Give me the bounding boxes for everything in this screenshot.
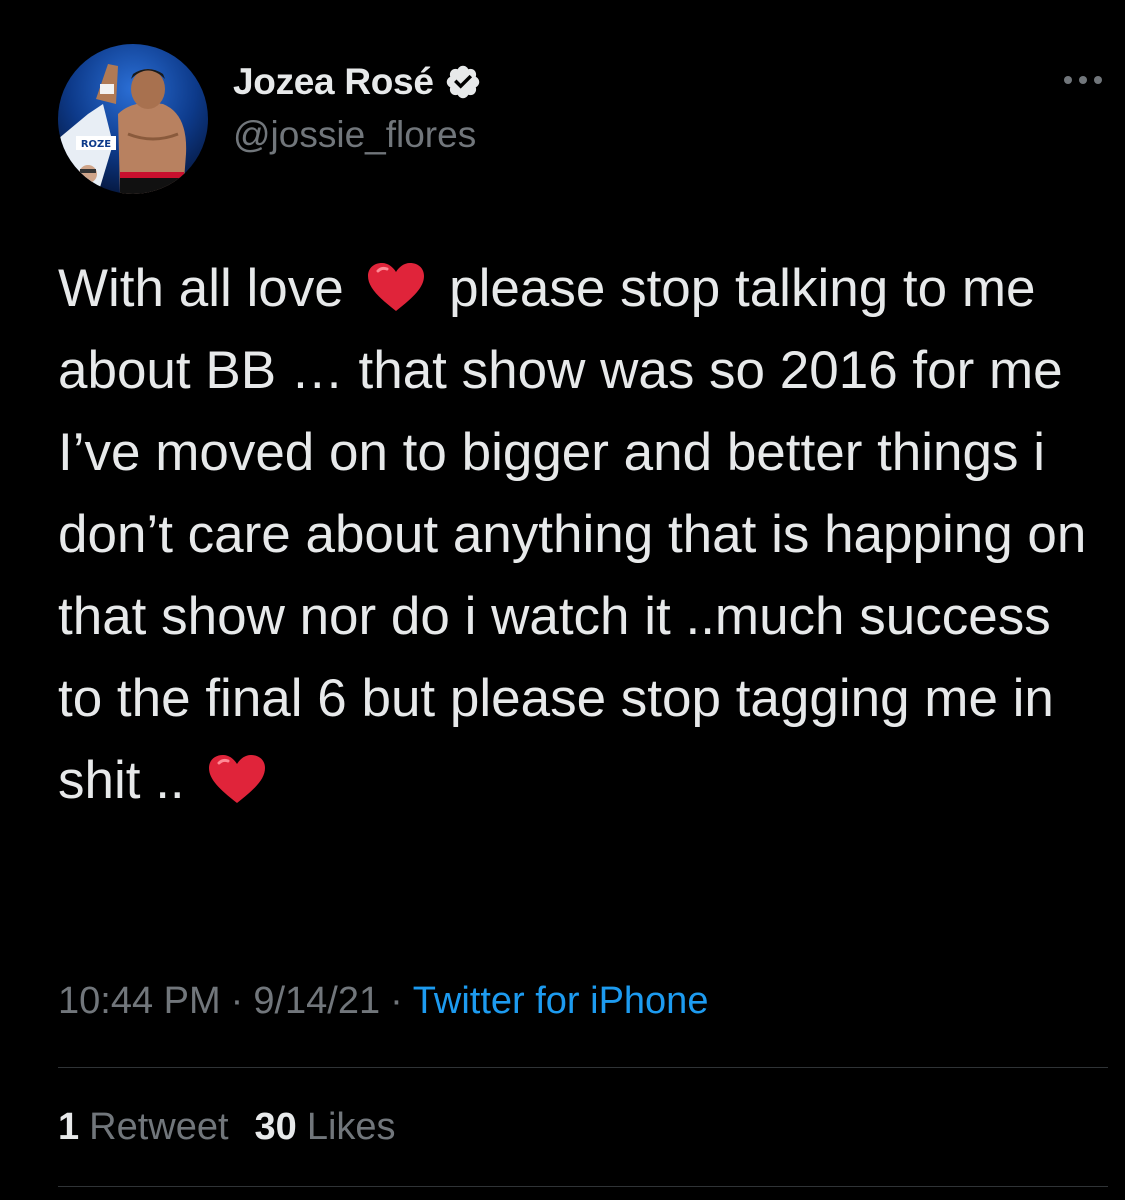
red-heart-emoji-icon	[209, 755, 266, 803]
likes-stat[interactable]: 30 Likes	[255, 1106, 396, 1149]
tweet-source-link[interactable]: Twitter for iPhone	[413, 980, 709, 1023]
likes-label: Likes	[306, 1106, 396, 1148]
retweets-stat[interactable]: 1 Retweet	[58, 1106, 229, 1149]
author-name-row: Jozea Rosé	[233, 56, 482, 108]
more-options-icon[interactable]	[1058, 60, 1108, 100]
retweets-count: 1	[58, 1106, 80, 1148]
tweet-stats: 1 Retweet 30 Likes	[58, 1106, 422, 1149]
meta-separator: ·	[230, 980, 244, 1022]
author-avatar[interactable]: ROZE	[58, 44, 208, 194]
tweet-detail: ROZE Jozea Rosé @jossie_flores With all …	[0, 0, 1125, 1200]
red-heart-emoji-icon	[368, 263, 425, 311]
author-display-name[interactable]: Jozea Rosé	[233, 61, 434, 103]
divider	[58, 1186, 1108, 1187]
tweet-text-part: With all love	[58, 259, 359, 318]
tweet-text: With all love please stop talking to me …	[58, 248, 1108, 822]
retweets-label: Retweet	[89, 1106, 229, 1148]
avatar-banner-text: ROZE	[81, 139, 111, 150]
avatar-boxer-photo: ROZE	[58, 44, 208, 194]
tweet-meta: 10:44 PM · 9/14/21 · Twitter for iPhone	[58, 980, 708, 1023]
tweet-time[interactable]: 10:44 PM	[58, 980, 221, 1023]
tweet-date[interactable]: 9/14/21	[253, 980, 380, 1023]
divider	[58, 1067, 1108, 1068]
tweet-text-part: please stop talking to me about BB … tha…	[58, 259, 1102, 810]
meta-separator: ·	[390, 980, 403, 1022]
author-handle[interactable]: @jossie_flores	[233, 114, 476, 156]
likes-count: 30	[254, 1106, 297, 1148]
verified-badge-icon	[446, 65, 479, 99]
